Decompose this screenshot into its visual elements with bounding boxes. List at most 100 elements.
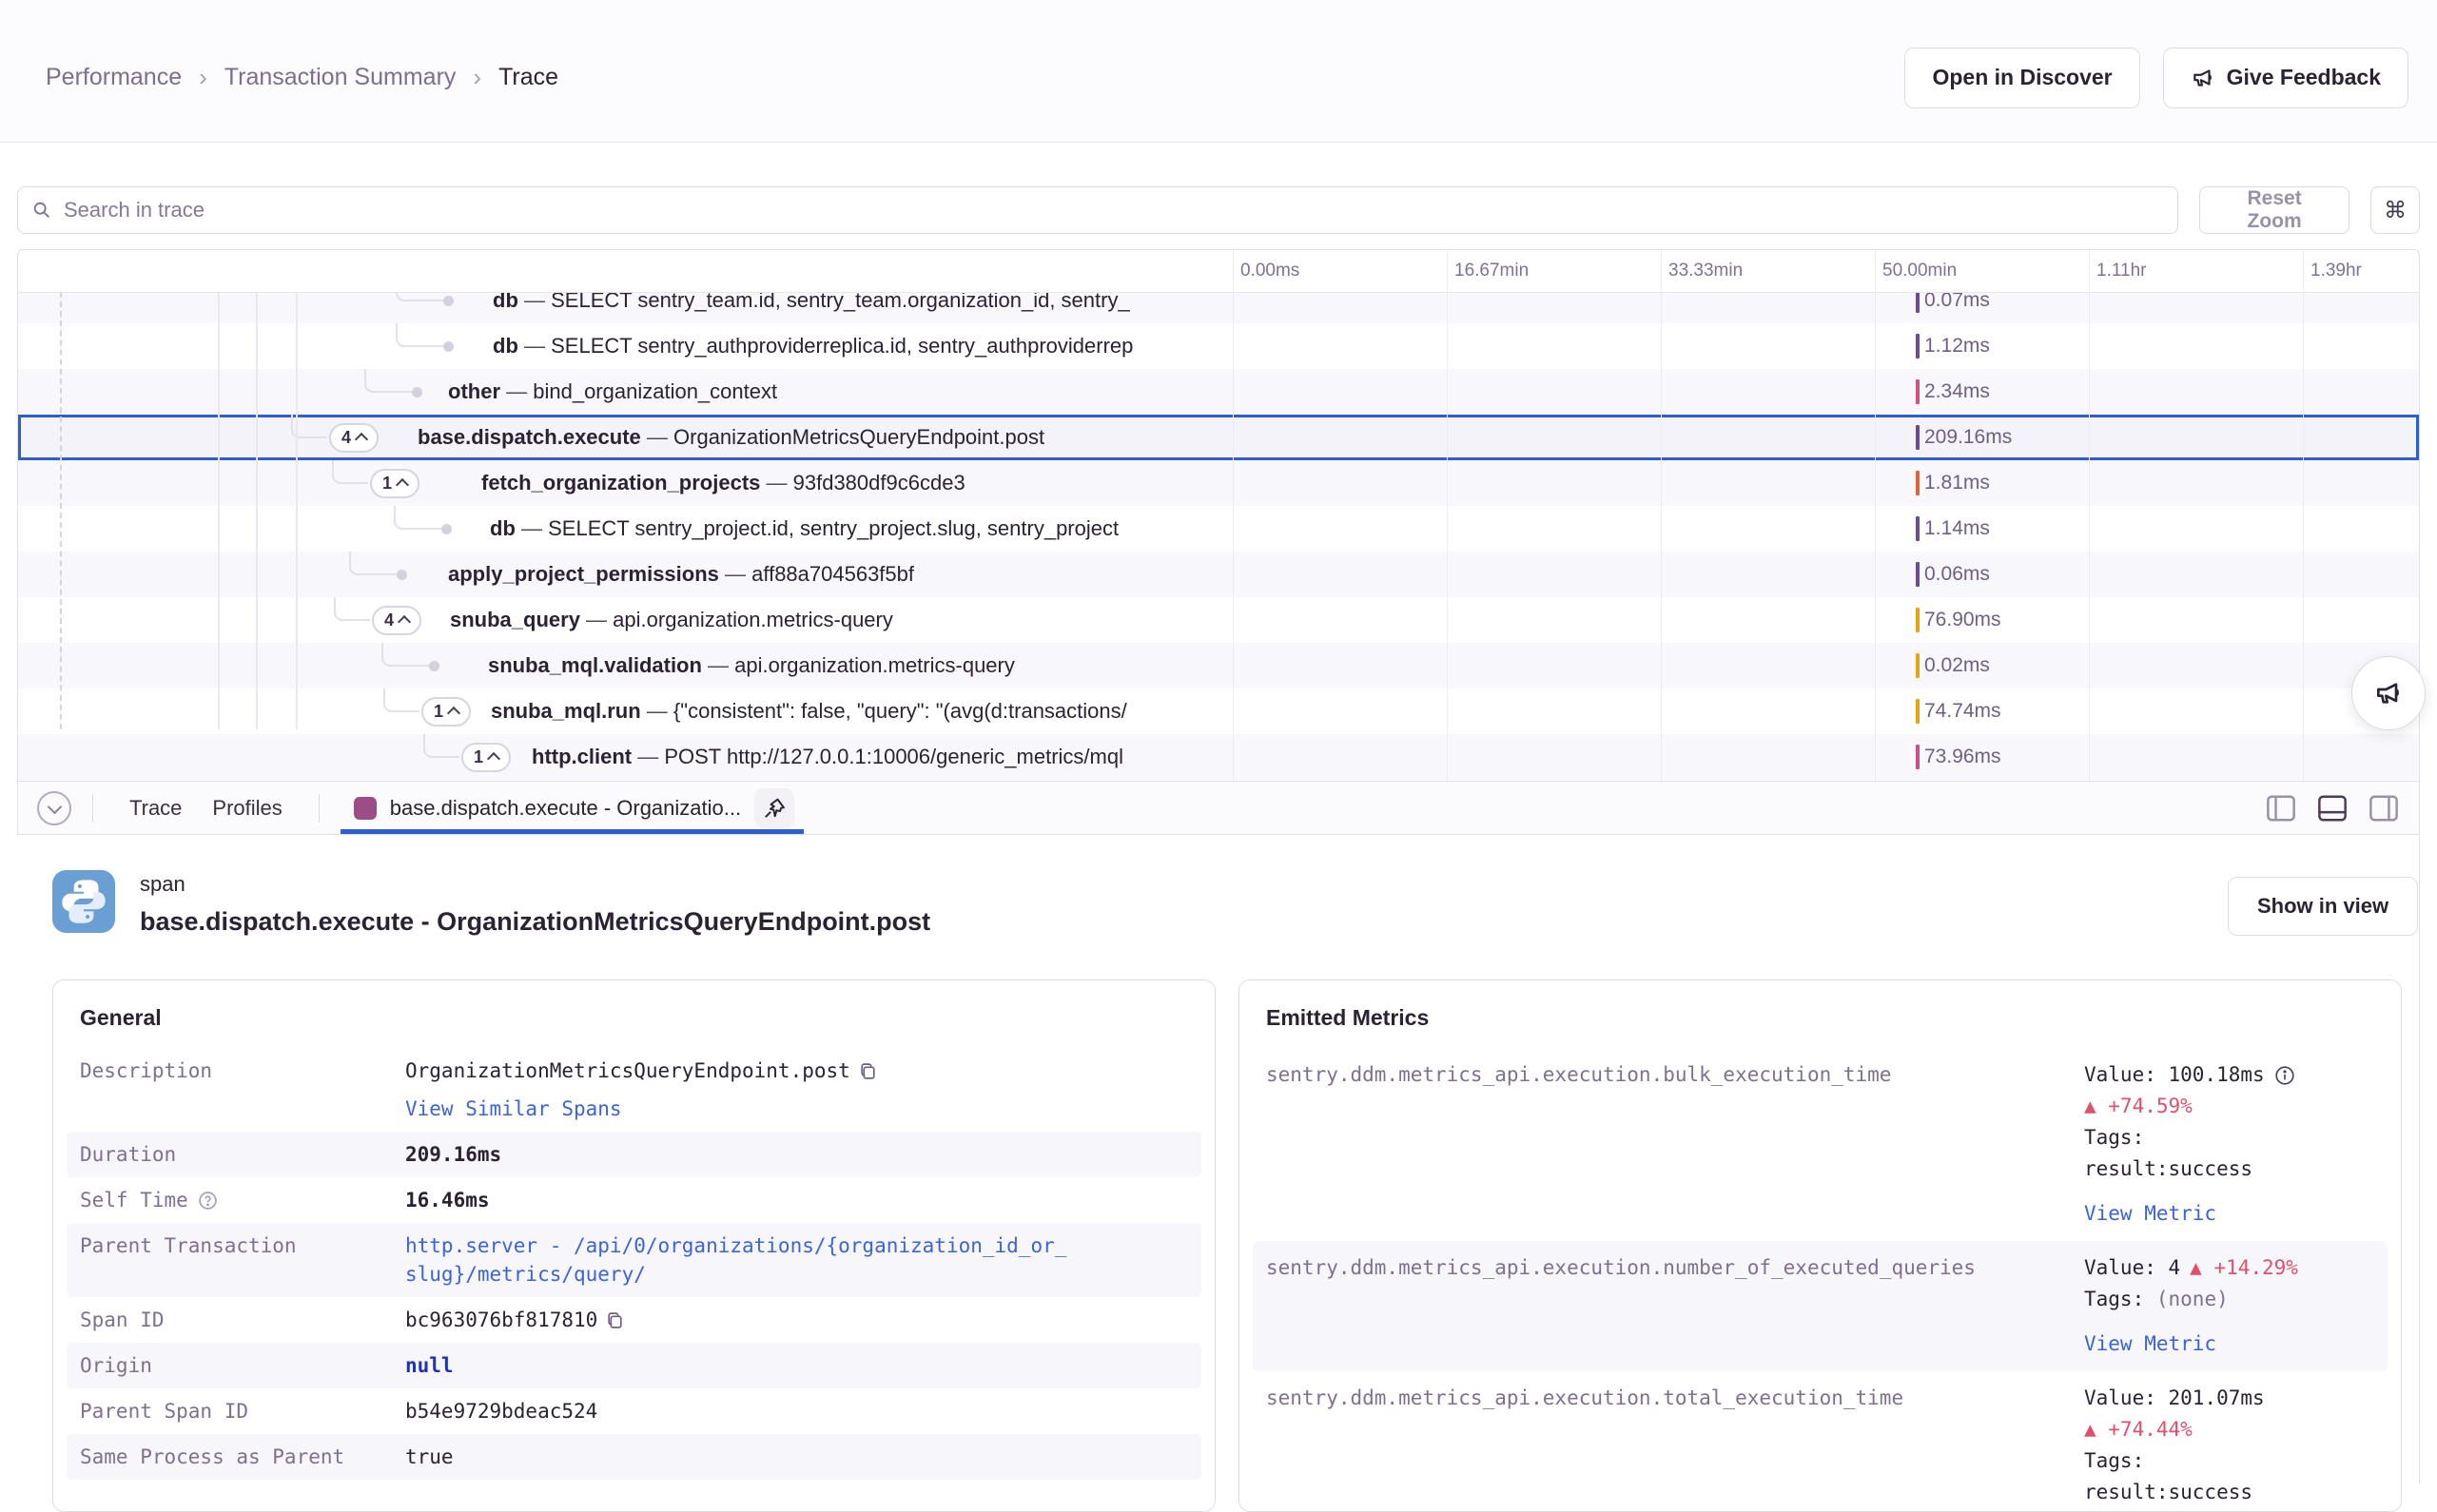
tree-connector (349, 552, 397, 575)
help-icon[interactable] (198, 1186, 218, 1211)
tree-connector (396, 292, 443, 301)
breadcrumb-separator-icon: › (473, 63, 481, 92)
tree-leaf-dot-icon (412, 387, 422, 397)
reset-zoom-button[interactable]: Reset Zoom (2199, 186, 2349, 234)
metric-name: sentry.ddm.metrics_api.execution.number_… (1266, 1252, 2084, 1360)
collapse-drawer-button[interactable] (37, 791, 71, 825)
chevron-up-icon (396, 478, 409, 492)
general-card: General Description OrganizationMetricsQ… (52, 979, 1216, 1512)
trace-span-row[interactable]: db — SELECT sentry_authproviderreplica.i… (18, 323, 2419, 369)
trace-span-row[interactable]: 1 snuba_mql.run — {"consistent": false, … (18, 688, 2419, 734)
span-label: db — SELECT sentry_authproviderreplica.i… (493, 323, 1133, 369)
detail-row-value: http.server - /api/0/organizations/{orga… (405, 1231, 1071, 1289)
breadcrumb: Performance › Transaction Summary › Trac… (46, 63, 558, 92)
trace-span-row[interactable]: 4 base.dispatch.execute — OrganizationMe… (18, 415, 2419, 460)
detail-row-label: Span ID (80, 1306, 165, 1334)
trace-span-row[interactable]: 4 snuba_query — api.organization.metrics… (18, 597, 2419, 643)
tree-connector (394, 506, 441, 530)
span-type-label: span (140, 870, 930, 899)
emitted-metrics-card: Emitted Metrics sentry.ddm.metrics_api.e… (1238, 979, 2402, 1512)
span-label: snuba_query — api.organization.metrics-q… (450, 597, 893, 643)
span-bar-tick (1916, 608, 1920, 632)
search-input[interactable] (62, 197, 2164, 223)
detail-row-value: b54e9729bdeac524 (405, 1397, 597, 1425)
span-children-count-badge[interactable]: 4 (329, 423, 379, 453)
trace-search-box[interactable] (17, 186, 2178, 234)
span-label: db — SELECT sentry_project.id, sentry_pr… (490, 506, 1119, 552)
trace-span-row[interactable]: snuba_mql.validation — api.organization.… (18, 643, 2419, 688)
layout-bottom-panel-button[interactable] (2314, 792, 2350, 824)
chevron-up-icon (447, 707, 460, 720)
span-duration: 0.07ms (1916, 292, 1990, 323)
general-heading: General (80, 1005, 1188, 1031)
span-duration: 1.81ms (1916, 460, 1990, 506)
open-in-discover-button[interactable]: Open in Discover (1904, 48, 2139, 108)
tree-connector (381, 643, 429, 667)
copy-icon[interactable] (858, 1061, 878, 1081)
tree-connector (364, 369, 412, 393)
give-feedback-label: Give Feedback (2227, 65, 2381, 90)
copy-icon[interactable] (605, 1310, 625, 1330)
metric-delta: ▲ +14.29% (2190, 1252, 2298, 1284)
trace-rows-viewport[interactable]: db — SELECT sentry_team.id, sentry_team.… (18, 292, 2419, 783)
give-feedback-button[interactable]: Give Feedback (2163, 48, 2408, 108)
show-in-view-button[interactable]: Show in view (2228, 877, 2418, 936)
tab-profiles[interactable]: Profiles (197, 782, 297, 834)
detail-row-label: Same Process as Parent (80, 1443, 344, 1471)
trace-span-row[interactable]: 1 http.client — POST http://127.0.0.1:10… (18, 734, 2419, 780)
detail-row-value: null (405, 1351, 454, 1380)
span-detail-header: span base.dispatch.execute - Organizatio… (52, 870, 930, 937)
trace-span-row[interactable]: other — bind_organization_context 2.34ms (18, 369, 2419, 415)
span-children-count-badge[interactable]: 4 (372, 606, 421, 635)
detail-row-value: 16.46ms (405, 1186, 490, 1214)
pin-tab-button[interactable] (754, 788, 794, 828)
span-children-count-badge[interactable]: 1 (461, 743, 511, 772)
span-bar-tick (1916, 699, 1920, 724)
time-axis-tick: 1.11hr (2096, 261, 2146, 281)
trace-span-row[interactable]: apply_project_permissions — aff88a704563… (18, 552, 2419, 597)
layout-left-panel-button[interactable] (2263, 792, 2299, 824)
metric-delta: ▲ +74.44% (2084, 1414, 2374, 1445)
metric-name: sentry.ddm.metrics_api.execution.bulk_ex… (1266, 1059, 2084, 1230)
span-bar-tick (1916, 745, 1920, 769)
tree-connector (383, 688, 419, 712)
tab-trace[interactable]: Trace (114, 782, 197, 834)
tree-connector (332, 460, 368, 484)
detail-row: Self Time 16.46ms (67, 1177, 1201, 1223)
span-bar-tick (1916, 471, 1920, 495)
span-duration: 0.06ms (1916, 552, 1990, 597)
span-title: base.dispatch.execute - OrganizationMetr… (140, 907, 930, 937)
metric-row: sentry.ddm.metrics_api.execution.total_e… (1253, 1371, 2388, 1512)
tree-leaf-dot-icon (443, 341, 454, 352)
metric-tags-value: result:success (2084, 1153, 2374, 1185)
span-children-count-badge[interactable]: 1 (370, 469, 419, 498)
breadcrumb-transaction-summary[interactable]: Transaction Summary (224, 64, 457, 91)
detail-row-label: Origin (80, 1351, 152, 1380)
detail-row: Duration 209.16ms (67, 1132, 1201, 1177)
span-label: db — SELECT sentry_team.id, sentry_team.… (493, 292, 1130, 323)
trace-span-row[interactable]: db — SELECT sentry_project.id, sentry_pr… (18, 506, 2419, 552)
tab-active-span-title: base.dispatch.execute - Organizatio... (390, 796, 741, 821)
span-duration: 2.34ms (1916, 369, 1990, 415)
floating-feedback-button[interactable] (2351, 656, 2426, 730)
view-metric-link[interactable]: View Metric (2084, 1328, 2216, 1360)
span-duration: 73.96ms (1916, 734, 2001, 780)
breadcrumb-separator-icon: › (199, 63, 207, 92)
time-axis-tick: 16.67min (1454, 261, 1529, 281)
span-bar-tick (1916, 653, 1920, 678)
shortcut-command-button[interactable]: ⌘ (2370, 186, 2420, 234)
view-similar-spans-link[interactable]: View Similar Spans (405, 1095, 622, 1123)
detail-row-value: bc963076bf817810 (405, 1306, 597, 1334)
info-icon[interactable] (2274, 1065, 2295, 1086)
layout-right-panel-button[interactable] (2366, 792, 2402, 824)
trace-span-row[interactable]: 1 fetch_organization_projects — 93fd380d… (18, 460, 2419, 506)
breadcrumb-performance[interactable]: Performance (46, 64, 182, 91)
span-label: http.client — POST http://127.0.0.1:1000… (532, 734, 1123, 780)
detail-row-value: OrganizationMetricsQueryEndpoint.post (405, 1056, 850, 1085)
trace-span-row[interactable]: db — SELECT sentry_team.id, sentry_team.… (18, 292, 2419, 323)
view-metric-link[interactable]: View Metric (2084, 1198, 2216, 1230)
span-duration: 76.90ms (1916, 597, 2001, 643)
tab-active-span[interactable]: base.dispatch.execute - Organizatio... (341, 782, 804, 834)
detail-row-value: true (405, 1443, 454, 1471)
span-children-count-badge[interactable]: 1 (421, 697, 471, 727)
